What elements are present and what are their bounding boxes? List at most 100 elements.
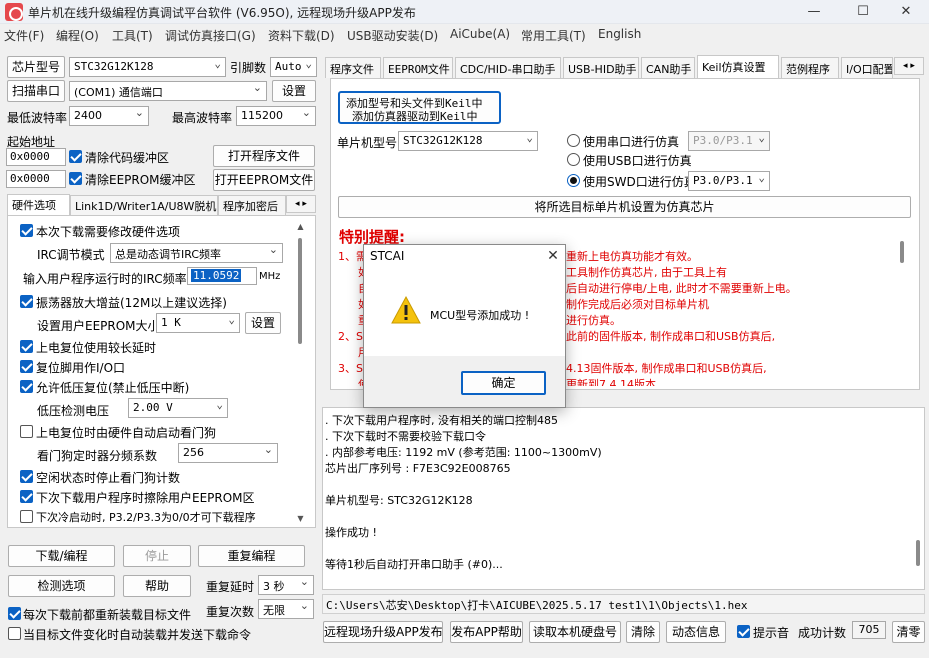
clear-code-buffer-label: 清除代码缓冲区 [85, 151, 170, 165]
menu-tools[interactable]: 工具(T) [112, 27, 153, 44]
radio-usb-emulation[interactable] [567, 153, 580, 166]
long-reset-delay-checkbox[interactable] [20, 340, 33, 353]
chip-model-button[interactable]: 芯片型号 [7, 56, 65, 78]
min-baud-select[interactable]: 2400 [69, 106, 149, 126]
tab-examples[interactable]: 范例程序 [781, 57, 839, 78]
log-line: . 下次下载用户程序时, 没有相关的端口控制485 [325, 414, 558, 427]
repeat-count-select[interactable]: 无限 [258, 599, 314, 619]
log-line: 操作成功 ! [325, 526, 377, 539]
menu-debug[interactable]: 调试仿真接口(G) [165, 27, 256, 44]
read-disk-button[interactable]: 读取本机硬盘号 [529, 621, 621, 643]
menu-aicube[interactable]: AiCube(A) [450, 27, 510, 41]
clear-code-buffer-checkbox[interactable] [69, 150, 82, 163]
radio-uart-label: 使用串口进行仿真 [583, 135, 680, 149]
publish-help-button[interactable]: 发布APP帮助 [450, 621, 523, 643]
notice-line-right: 4.13固件版本, 制作成串口和USB仿真后, [566, 362, 767, 375]
pin-count-select[interactable]: Auto [270, 57, 317, 77]
dynamic-info-button[interactable]: 动态信息 [666, 621, 726, 643]
minimize-icon[interactable]: — [791, 0, 837, 24]
notice-scroll-thumb[interactable] [900, 241, 904, 263]
tab-cdc-hid-serial[interactable]: CDC/HID-串口助手 [455, 57, 561, 78]
repeat-count-label: 重复次数 [206, 605, 255, 619]
cold-boot-checkbox[interactable] [20, 510, 33, 523]
dialog-ok-button[interactable]: 确定 [461, 371, 546, 395]
modify-hw-checkbox[interactable] [20, 224, 33, 237]
dialog-title: STCAI [370, 249, 405, 263]
publish-app-button[interactable]: 远程现场升级APP发布 [323, 621, 443, 643]
download-program-button[interactable]: 下载/编程 [8, 545, 115, 567]
tab-offline-writer[interactable]: Link1D/Writer1A/U8W脱机 [70, 195, 218, 215]
scan-port-button[interactable]: 扫描串口 [7, 80, 65, 102]
log-output[interactable]: . 下次下载用户程序时, 没有相关的端口控制485 . 下次下载时不需要校验下载… [322, 407, 925, 590]
port-select[interactable]: (COM1) 通信端口 [69, 81, 267, 101]
menu-file[interactable]: 文件(F) [4, 27, 44, 44]
code-start-address-input[interactable]: 0x0000 [6, 148, 66, 166]
eeprom-start-address-input[interactable]: 0x0000 [6, 170, 66, 188]
idle-stop-wdt-checkbox[interactable] [20, 470, 33, 483]
eeprom-size-set-button[interactable]: 设置 [245, 312, 281, 334]
repeat-delay-select[interactable]: 3 秒 [258, 575, 314, 595]
open-eeprom-file-button[interactable]: 打开EEPROM文件 [213, 169, 315, 191]
tab-usb-hid[interactable]: USB-HID助手 [563, 57, 639, 78]
hw-scroll-up-icon[interactable]: ▲ [294, 220, 307, 233]
help-button[interactable]: 帮助 [123, 575, 191, 597]
tab-eeprom-file[interactable]: EEPROM文件 [383, 57, 453, 78]
wdt-divider-select[interactable]: 256 [178, 443, 278, 463]
hw-scroll-thumb[interactable] [298, 238, 302, 344]
tab-scroll-arrows-icon[interactable]: ◂ ▸ [286, 195, 316, 213]
success-count-label: 成功计数 [798, 626, 847, 640]
radio-uart-emulation[interactable] [567, 134, 580, 147]
open-program-file-button[interactable]: 打开程序文件 [213, 145, 315, 167]
tab-keil-emulation[interactable]: Keil仿真设置 [697, 55, 779, 78]
tab-io-config[interactable]: I/O口配置 [841, 57, 893, 78]
check-options-button[interactable]: 检测选项 [8, 575, 115, 597]
auto-send-checkbox[interactable] [8, 627, 21, 640]
tab-can[interactable]: CAN助手 [641, 57, 695, 78]
dialog-close-icon[interactable]: ✕ [540, 245, 566, 267]
radio-swd-emulation[interactable] [567, 174, 580, 187]
uart-pins-select[interactable]: P3.0/P3.1 [688, 131, 770, 151]
lvd-reset-checkbox[interactable] [20, 380, 33, 393]
menu-program[interactable]: 编程(O) [56, 27, 99, 44]
tab-program-file[interactable]: 程序文件 [325, 57, 381, 78]
reload-each-checkbox[interactable] [8, 607, 21, 620]
menu-english[interactable]: English [598, 27, 641, 41]
repeat-program-button[interactable]: 重复编程 [198, 545, 305, 567]
chip-model-select[interactable]: STC32G12K128 [69, 57, 226, 77]
mcu-model-select[interactable]: STC32G12K128 [398, 131, 538, 151]
beep-checkbox[interactable] [737, 625, 750, 638]
lvd-voltage-label: 低压检测电压 [37, 404, 110, 418]
irc-mode-select[interactable]: 总是动态调节IRC频率 [110, 243, 283, 263]
swd-pins-select[interactable]: P3.0/P3.1 [688, 171, 770, 191]
radio-usb-label: 使用USB口进行仿真 [583, 154, 692, 168]
set-emulator-chip-button[interactable]: 将所选目标单片机设置为仿真芯片 [338, 196, 911, 218]
clear-count-button[interactable]: 清零 [892, 621, 925, 643]
osc-gain-checkbox[interactable] [20, 295, 33, 308]
eeprom-size-select[interactable]: 1 K [156, 313, 240, 333]
app-logo-icon [5, 3, 23, 21]
menu-common-tools[interactable]: 常用工具(T) [521, 27, 586, 44]
erase-eeprom-checkbox[interactable] [20, 490, 33, 503]
close-icon[interactable]: ✕ [883, 0, 929, 24]
tab-hardware-options[interactable]: 硬件选项 [7, 194, 70, 216]
clear-log-button[interactable]: 清除 [626, 621, 660, 643]
lvd-reset-label: 允许低压复位(禁止低压中断) [36, 381, 190, 395]
menu-usb-driver[interactable]: USB驱动安装(D) [347, 27, 438, 44]
max-baud-select[interactable]: 115200 [236, 106, 316, 126]
tab-program-encrypt[interactable]: 程序加密后 [218, 195, 286, 215]
clear-eeprom-buffer-checkbox[interactable] [69, 172, 82, 185]
maximize-icon[interactable]: ☐ [840, 0, 886, 24]
wdt-auto-start-checkbox[interactable] [20, 425, 33, 438]
lvd-voltage-select[interactable]: 2.00 V [128, 398, 228, 418]
hw-scroll-down-icon[interactable]: ▼ [294, 512, 307, 525]
irc-freq-combo[interactable]: 11.0592 [187, 267, 257, 285]
reset-pin-io-checkbox[interactable] [20, 360, 33, 373]
stop-button[interactable]: 停止 [123, 545, 191, 567]
log-scroll-thumb[interactable] [916, 540, 920, 566]
right-tab-scroll-icon[interactable]: ◂ ▸ [894, 57, 924, 75]
notice-line-right: 进行仿真。 [566, 314, 621, 327]
add-to-keil-button[interactable]: 添加型号和头文件到Keil中 添加仿真器驱动到Keil中 [338, 91, 501, 124]
menu-download[interactable]: 资料下载(D) [268, 27, 335, 44]
radio-swd-label: 使用SWD口进行仿真 [583, 175, 696, 189]
port-settings-button[interactable]: 设置 [272, 80, 316, 102]
